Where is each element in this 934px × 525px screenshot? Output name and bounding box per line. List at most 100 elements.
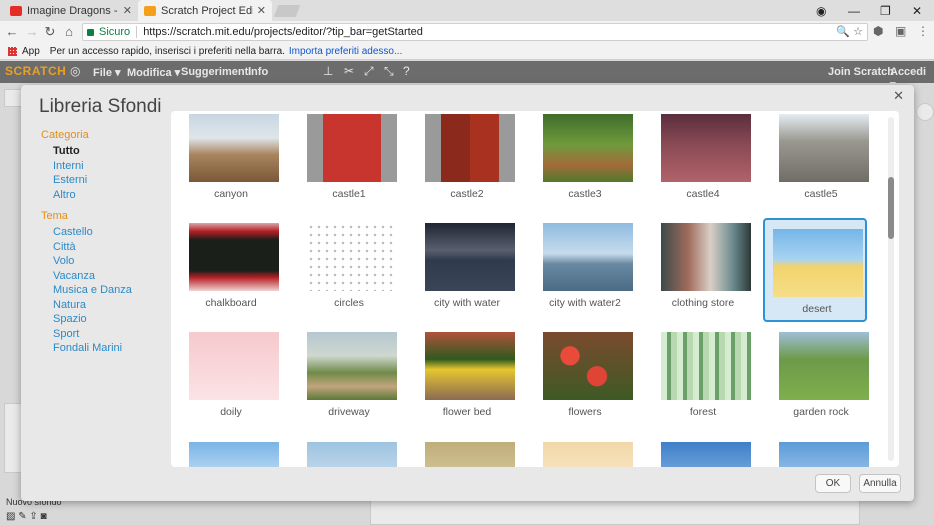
backdrop-thumbnail bbox=[307, 223, 397, 291]
backdrop-thumbnail-partial[interactable] bbox=[533, 439, 637, 467]
scratch-favicon-icon bbox=[144, 5, 156, 16]
scratch-menu-bar: SCRATCH ◎ File ▾ Modifica ▾ Suggerimenti… bbox=[0, 61, 934, 91]
apps-label[interactable]: App bbox=[22, 46, 40, 57]
category-tutto[interactable]: Tutto bbox=[53, 144, 169, 159]
theme-vacanza[interactable]: Vacanza bbox=[53, 269, 169, 284]
help-icon[interactable]: ? bbox=[403, 64, 410, 78]
category-altro[interactable]: Altro bbox=[53, 188, 169, 203]
backdrop-thumbnail bbox=[543, 114, 633, 182]
help-circle-icon[interactable] bbox=[916, 103, 934, 121]
extension-shield-icon[interactable]: ⬢ bbox=[873, 24, 883, 38]
backdrop-card-castle4[interactable]: castle4 bbox=[651, 111, 755, 215]
backdrop-card-castle1[interactable]: castle1 bbox=[297, 111, 401, 215]
backdrop-card-city-with-water[interactable]: city with water bbox=[415, 220, 519, 324]
home-icon[interactable]: ⌂ bbox=[61, 24, 77, 39]
theme-spazio[interactable]: Spazio bbox=[53, 312, 169, 327]
tab-scratch-editor[interactable]: Scratch Project Editor - I ✕ bbox=[138, 0, 272, 21]
shrink-icon[interactable]: ⤡ bbox=[384, 64, 394, 79]
backdrop-name: flowers bbox=[568, 406, 602, 418]
menu-modifica[interactable]: Modifica ▾ bbox=[127, 66, 180, 79]
backdrop-thumbnail bbox=[661, 114, 751, 182]
backdrop-card-flower-bed[interactable]: flower bed bbox=[415, 329, 519, 433]
backdrop-thumbnail-partial[interactable] bbox=[769, 439, 873, 467]
new-tab-button[interactable] bbox=[273, 5, 301, 17]
close-window-button[interactable]: ✕ bbox=[912, 0, 922, 21]
library-scroll-thumb[interactable] bbox=[888, 177, 894, 239]
tab-title: Imagine Dragons - Go bbox=[27, 4, 119, 17]
close-tab-icon[interactable]: ✕ bbox=[123, 4, 132, 17]
language-globe-icon[interactable]: ◎ bbox=[70, 64, 80, 78]
bookmarks-bar: App Per un accesso rapido, inserisci i p… bbox=[0, 43, 934, 60]
reload-icon[interactable]: ↻ bbox=[42, 24, 58, 40]
browser-tab-strip: Imagine Dragons - Go ✕ Scratch Project E… bbox=[0, 0, 934, 21]
backdrop-card-garden-rock[interactable]: garden rock bbox=[769, 329, 873, 433]
minimize-button[interactable]: — bbox=[848, 0, 860, 21]
theme-fondali-marini[interactable]: Fondali Marini bbox=[53, 341, 169, 356]
backdrop-card-chalkboard[interactable]: chalkboard bbox=[179, 220, 283, 324]
backdrop-thumbnail-partial[interactable] bbox=[651, 439, 755, 467]
backdrop-card-castle5[interactable]: castle5 bbox=[769, 111, 873, 215]
menu-info[interactable]: Info bbox=[248, 66, 268, 78]
backdrop-card-flowers[interactable]: flowers bbox=[533, 329, 637, 433]
backdrop-thumbnail-partial[interactable] bbox=[297, 439, 401, 467]
extension-icon[interactable]: ▣ bbox=[895, 24, 906, 38]
ok-button[interactable]: OK bbox=[815, 474, 851, 493]
menu-suggerimenti[interactable]: Suggerimenti bbox=[181, 66, 251, 78]
grow-icon[interactable]: ⤢ bbox=[364, 64, 374, 79]
cancel-button[interactable]: Annulla bbox=[859, 474, 901, 493]
backdrop-card-doily[interactable]: doily bbox=[179, 329, 283, 433]
close-dialog-icon[interactable]: ✕ bbox=[893, 88, 904, 104]
tab-imagine-dragons[interactable]: Imagine Dragons - Go ✕ bbox=[4, 0, 138, 21]
backdrop-thumbnail bbox=[661, 223, 751, 291]
backdrop-card-castle3[interactable]: castle3 bbox=[533, 111, 637, 215]
theme-citta[interactable]: Città bbox=[53, 240, 169, 255]
backdrop-library-dialog: Libreria Sfondi ✕ Categoria Tutto Intern… bbox=[21, 85, 914, 501]
restore-button[interactable]: ❐ bbox=[880, 0, 891, 21]
category-esterni[interactable]: Esterni bbox=[53, 173, 169, 188]
backdrop-name: castle5 bbox=[804, 188, 838, 200]
stage-mode-icon[interactable] bbox=[4, 89, 22, 107]
backdrop-name: city with water bbox=[434, 297, 500, 309]
theme-castello[interactable]: Castello bbox=[53, 225, 169, 240]
backdrop-card-circles[interactable]: circles bbox=[297, 220, 401, 324]
join-scratch-link[interactable]: Join Scratch bbox=[828, 66, 894, 78]
address-separator bbox=[136, 26, 138, 38]
backdrop-card-clothing-store[interactable]: clothing store bbox=[651, 220, 755, 324]
category-interni[interactable]: Interni bbox=[53, 159, 169, 174]
delete-scissors-icon[interactable]: ✂ bbox=[344, 64, 354, 78]
backdrop-card-forest[interactable]: forest bbox=[651, 329, 755, 433]
scratch-logo[interactable]: SCRATCH bbox=[5, 64, 66, 78]
forward-arrow-icon[interactable]: → bbox=[24, 24, 40, 39]
zoom-and-bookmark-icons[interactable]: 🔍 ☆ bbox=[836, 25, 863, 38]
duplicate-stamp-icon[interactable]: ⊥ bbox=[323, 64, 333, 78]
url-text[interactable]: https://scratch.mit.edu/projects/editor/… bbox=[143, 26, 423, 38]
address-bar[interactable]: Sicuro https://scratch.mit.edu/projects/… bbox=[82, 23, 868, 41]
backdrop-thumbnail bbox=[307, 332, 397, 400]
library-scrollbar[interactable] bbox=[888, 117, 894, 461]
backdrop-card-canyon[interactable]: canyon bbox=[179, 111, 283, 215]
theme-volo[interactable]: Volo bbox=[53, 254, 169, 269]
apps-grid-icon[interactable] bbox=[8, 46, 17, 56]
theme-sport[interactable]: Sport bbox=[53, 327, 169, 342]
backdrop-name: clothing store bbox=[671, 297, 735, 309]
close-tab-icon[interactable]: ✕ bbox=[257, 4, 266, 17]
backdrop-card-driveway[interactable]: driveway bbox=[297, 329, 401, 433]
backdrop-thumbnail-partial[interactable] bbox=[179, 439, 283, 467]
new-background-icons[interactable]: ▨ ✎ ⇪ ◙ bbox=[6, 511, 47, 522]
backdrop-card-desert[interactable]: desert bbox=[763, 218, 867, 322]
user-profile-icon[interactable]: ◉ bbox=[816, 0, 826, 21]
backdrop-thumbnail bbox=[189, 114, 279, 182]
backdrop-card-city-with-water2[interactable]: city with water2 bbox=[533, 220, 637, 324]
youtube-icon bbox=[10, 5, 22, 16]
browser-menu-icon[interactable]: ⋮ bbox=[917, 24, 929, 38]
menu-file[interactable]: File ▾ bbox=[93, 66, 121, 79]
theme-musica-e-danza[interactable]: Musica e Danza bbox=[53, 283, 169, 298]
backdrop-thumbnail-partial[interactable] bbox=[415, 439, 519, 467]
backdrop-name: flower bed bbox=[442, 406, 492, 418]
backdrop-card-castle2[interactable]: castle2 bbox=[415, 111, 519, 215]
import-bookmarks-link[interactable]: Importa preferiti adesso... bbox=[289, 46, 402, 57]
backdrop-name: driveway bbox=[328, 406, 370, 418]
theme-natura[interactable]: Natura bbox=[53, 298, 169, 313]
backdrop-thumbnail bbox=[425, 332, 515, 400]
back-arrow-icon[interactable]: ← bbox=[4, 24, 20, 39]
